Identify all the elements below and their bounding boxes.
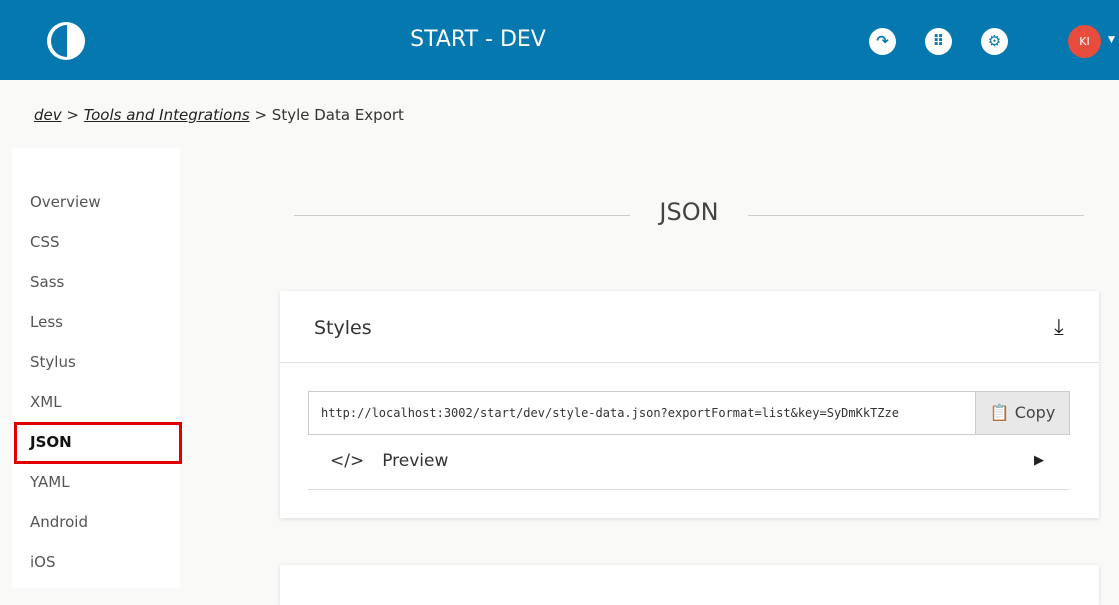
breadcrumb: dev > Tools and Integrations > Style Dat… <box>34 106 404 124</box>
breadcrumb-separator: > <box>66 106 79 124</box>
section-title: JSON <box>659 198 719 226</box>
copy-label: Copy <box>1014 403 1056 422</box>
sidebar-item-stylus[interactable]: Stylus <box>30 353 76 371</box>
url-field[interactable]: http://localhost:3002/start/dev/style-da… <box>308 391 976 435</box>
avatar[interactable]: KI <box>1068 25 1101 58</box>
download-icon[interactable]: ⤓ <box>1054 315 1064 340</box>
apps-grid-icon[interactable]: ⠿ <box>925 28 952 55</box>
card-title: Styles <box>314 317 372 339</box>
sidebar-item-xml[interactable]: XML <box>30 393 62 411</box>
caret-right-icon[interactable]: ▶ <box>1034 453 1044 468</box>
code-icon: </> <box>330 451 365 471</box>
divider <box>308 489 1070 490</box>
sidebar: Overview CSS Sass Less Stylus XML JSON Y… <box>12 148 182 588</box>
top-bar: START - DEV ↷ ⠿ ⚙ KI ▼ <box>0 0 1119 80</box>
settings-icon[interactable]: ⚙ <box>981 28 1008 55</box>
preview-label: Preview <box>382 451 449 471</box>
chevron-down-icon[interactable]: ▼ <box>1108 35 1115 45</box>
clipboard-icon: 📋 <box>989 403 1015 422</box>
sidebar-item-css[interactable]: CSS <box>30 233 60 251</box>
project-title: START - DEV <box>410 27 546 52</box>
breadcrumb-current: Style Data Export <box>271 106 404 124</box>
sidebar-item-overview[interactable]: Overview <box>30 193 101 211</box>
styles-card: Styles ⤓ http://localhost:3002/start/dev… <box>280 291 1099 518</box>
breadcrumb-link-tools[interactable]: Tools and Integrations <box>84 106 250 124</box>
breadcrumb-separator: > <box>254 106 268 124</box>
next-card <box>280 565 1099 605</box>
divider <box>280 362 1099 363</box>
share-icon[interactable]: ↷ <box>869 28 896 55</box>
sidebar-item-android[interactable]: Android <box>30 513 88 531</box>
sidebar-item-ios[interactable]: iOS <box>30 553 56 571</box>
sidebar-item-sass[interactable]: Sass <box>30 273 64 291</box>
section-header: JSON <box>294 198 1084 232</box>
sidebar-item-json[interactable]: JSON <box>30 433 72 451</box>
breadcrumb-link-dev[interactable]: dev <box>34 106 62 124</box>
copy-button[interactable]: 📋 Copy <box>975 391 1070 435</box>
preview-toggle[interactable]: </> Preview <box>330 451 448 471</box>
sidebar-item-yaml[interactable]: YAML <box>30 473 70 491</box>
sidebar-item-less[interactable]: Less <box>30 313 63 331</box>
